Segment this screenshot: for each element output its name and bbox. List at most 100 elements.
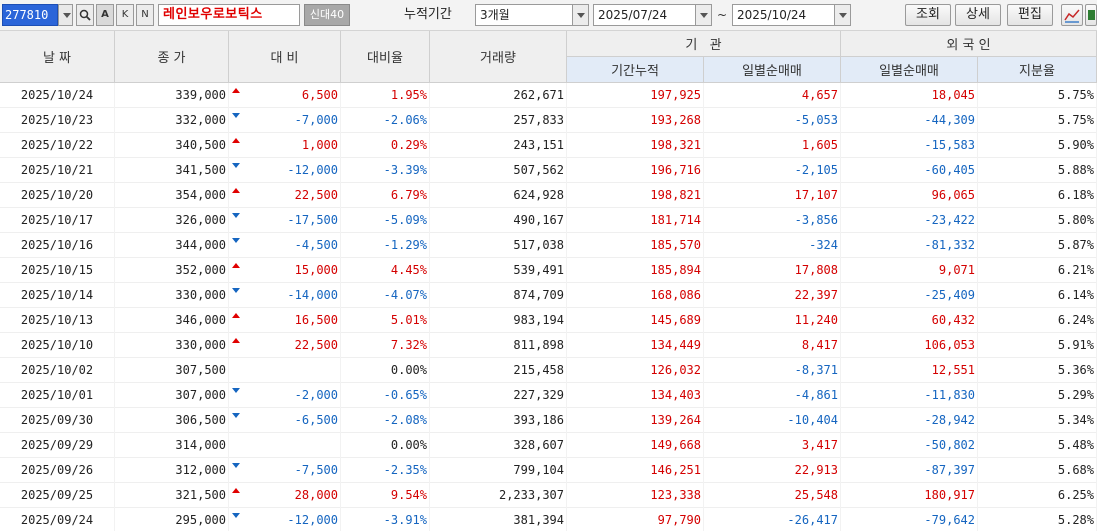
cell-rate: -3.39% <box>341 158 430 183</box>
cell-inst-daily: 17,107 <box>704 183 841 208</box>
cell-foreign-share: 5.29% <box>978 383 1097 408</box>
cell-rate: 1.95% <box>341 83 430 108</box>
chevron-down-icon <box>59 5 72 25</box>
period-select-value: 3개월 <box>480 8 510 22</box>
stock-code-input[interactable]: 277810 <box>2 4 58 26</box>
toolbar: 277810 A K N 레인보우로보틱스 신대40 누적기간 3개월 2025… <box>0 0 1097 31</box>
cell-inst-daily: 17,808 <box>704 258 841 283</box>
cell-inst-cumulative: 97,790 <box>567 508 704 531</box>
edit-button[interactable]: 편집 <box>1007 4 1053 26</box>
cell-volume: 490,167 <box>430 208 567 233</box>
table-row[interactable]: 2025/10/10 330,000 22,500 7.32% 811,898 134,4… <box>0 333 1097 358</box>
table-row[interactable]: 2025/10/13 346,000 16,500 5.01% 983,194 145,6… <box>0 308 1097 333</box>
cell-rate: -3.91% <box>341 508 430 531</box>
table-row[interactable]: 2025/10/22 340,500 1,000 0.29% 243,151 198,32… <box>0 133 1097 158</box>
cell-foreign-daily: -25,409 <box>841 283 978 308</box>
cell-foreign-daily: -44,309 <box>841 108 978 133</box>
cell-rate: 9.54% <box>341 483 430 508</box>
table-row[interactable]: 2025/09/29 314,000 0.00% 328,607 149,668 3,41… <box>0 433 1097 458</box>
chevron-down-icon <box>572 5 588 25</box>
header-close[interactable]: 종 가 <box>115 31 229 83</box>
cell-inst-cumulative: 126,032 <box>567 358 704 383</box>
table-row[interactable]: 2025/10/20 354,000 22,500 6.79% 624,928 198,8… <box>0 183 1097 208</box>
cell-foreign-share: 5.68% <box>978 458 1097 483</box>
cell-diff: -7,500 <box>243 458 341 483</box>
cell-volume: 624,928 <box>430 183 567 208</box>
header-inst-cumulative[interactable]: 기간누적 <box>567 57 704 83</box>
cell-date: 2025/09/29 <box>0 433 115 458</box>
n-button[interactable]: N <box>136 4 154 26</box>
cell-close: 354,000 <box>115 183 229 208</box>
cell-date: 2025/09/24 <box>0 508 115 531</box>
cell-inst-cumulative: 168,086 <box>567 283 704 308</box>
header-date[interactable]: 날 짜 <box>0 31 115 83</box>
cell-inst-cumulative: 193,268 <box>567 108 704 133</box>
header-volume[interactable]: 거래량 <box>430 31 567 83</box>
cell-date: 2025/10/20 <box>0 183 115 208</box>
cell-diff: 22,500 <box>243 183 341 208</box>
table-row[interactable]: 2025/09/30 306,500 -6,500 -2.08% 393,186 139,… <box>0 408 1097 433</box>
chart-icon <box>1064 9 1080 23</box>
search-button[interactable] <box>76 4 94 26</box>
cell-inst-cumulative: 149,668 <box>567 433 704 458</box>
code-dropdown-button[interactable] <box>58 4 73 26</box>
query-button[interactable]: 조회 <box>905 4 951 26</box>
table-row[interactable]: 2025/10/17 326,000 -17,500 -5.09% 490,167 181… <box>0 208 1097 233</box>
cell-close: 330,000 <box>115 333 229 358</box>
header-foreign-share[interactable]: 지분율 <box>978 57 1097 83</box>
table-row[interactable]: 2025/10/24 339,000 6,500 1.95% 262,671 197,92… <box>0 83 1097 108</box>
cell-foreign-share: 5.87% <box>978 233 1097 258</box>
cell-close: 314,000 <box>115 433 229 458</box>
k-button[interactable]: K <box>116 4 134 26</box>
period-select[interactable]: 3개월 <box>475 4 589 26</box>
cell-inst-daily: 22,397 <box>704 283 841 308</box>
cell-foreign-daily: -50,802 <box>841 433 978 458</box>
cell-inst-daily: -324 <box>704 233 841 258</box>
stock-name: 레인보우로보틱스 <box>158 4 300 26</box>
up-arrow-icon <box>229 333 243 358</box>
cell-inst-daily: -2,105 <box>704 158 841 183</box>
cell-foreign-daily: 60,432 <box>841 308 978 333</box>
grid-rows: 2025/10/24 339,000 6,500 1.95% 262,671 197,92… <box>0 83 1097 531</box>
start-date-value: 2025/07/24 <box>598 8 668 22</box>
start-date-input[interactable]: 2025/07/24 <box>593 4 712 26</box>
a-button[interactable]: A <box>96 4 114 26</box>
header-foreign-daily[interactable]: 일별순매매 <box>841 57 978 83</box>
export-button[interactable] <box>1085 4 1097 26</box>
cell-inst-daily: -4,861 <box>704 383 841 408</box>
down-arrow-icon <box>229 458 243 483</box>
table-row[interactable]: 2025/10/16 344,000 -4,500 -1.29% 517,038 185,… <box>0 233 1097 258</box>
cell-foreign-daily: -28,942 <box>841 408 978 433</box>
cell-diff: -2,000 <box>243 383 341 408</box>
table-row[interactable]: 2025/09/25 321,500 28,000 9.54% 2,233,307 123… <box>0 483 1097 508</box>
chart-button[interactable] <box>1061 4 1083 26</box>
cell-rate: -0.65% <box>341 383 430 408</box>
cell-volume: 227,329 <box>430 383 567 408</box>
header-rate[interactable]: 대비율 <box>341 31 430 83</box>
cell-date: 2025/10/22 <box>0 133 115 158</box>
cell-inst-daily: 22,913 <box>704 458 841 483</box>
table-row[interactable]: 2025/10/01 307,000 -2,000 -0.65% 227,329 134,… <box>0 383 1097 408</box>
cell-inst-daily: 3,417 <box>704 433 841 458</box>
cell-close: 344,000 <box>115 233 229 258</box>
table-row[interactable]: 2025/10/23 332,000 -7,000 -2.06% 257,833 193,… <box>0 108 1097 133</box>
up-arrow-icon <box>229 483 243 508</box>
table-row[interactable]: 2025/09/24 295,000 -12,000 -3.91% 381,394 97,… <box>0 508 1097 531</box>
cell-foreign-daily: 12,551 <box>841 358 978 383</box>
table-row[interactable]: 2025/10/21 341,500 -12,000 -3.39% 507,562 196… <box>0 158 1097 183</box>
detail-button[interactable]: 상세 <box>955 4 1001 26</box>
period-label: 누적기간 <box>404 7 452 22</box>
cell-foreign-share: 5.28% <box>978 508 1097 531</box>
cell-inst-daily: -3,856 <box>704 208 841 233</box>
cell-rate: -4.07% <box>341 283 430 308</box>
table-row[interactable]: 2025/10/02 307,500 0.00% 215,458 126,032 -8,3… <box>0 358 1097 383</box>
table-row[interactable]: 2025/10/15 352,000 15,000 4.45% 539,491 185,8… <box>0 258 1097 283</box>
table-row[interactable]: 2025/10/14 330,000 -14,000 -4.07% 874,709 168… <box>0 283 1097 308</box>
cell-date: 2025/10/10 <box>0 333 115 358</box>
header-inst-daily[interactable]: 일별순매매 <box>704 57 841 83</box>
table-row[interactable]: 2025/09/26 312,000 -7,500 -2.35% 799,104 146,… <box>0 458 1097 483</box>
cell-foreign-daily: -60,405 <box>841 158 978 183</box>
cell-inst-cumulative: 198,321 <box>567 133 704 158</box>
header-diff[interactable]: 대 비 <box>229 31 341 83</box>
end-date-input[interactable]: 2025/10/24 <box>732 4 851 26</box>
